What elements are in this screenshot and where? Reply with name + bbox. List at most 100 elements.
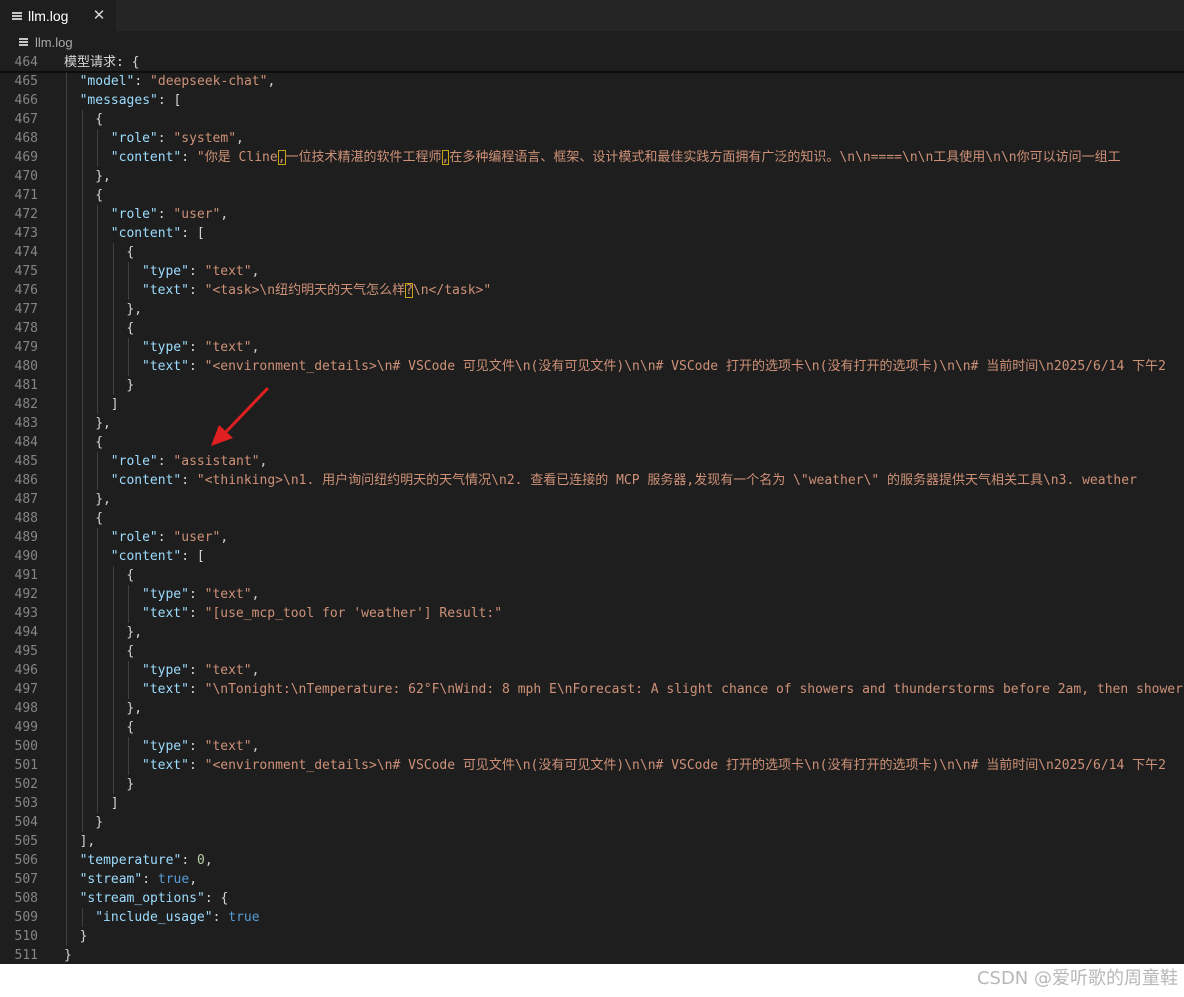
code-line[interactable]: 493 "text": "[use_mcp_tool for 'weather']… [0,604,1184,623]
close-icon[interactable]: ✕ [90,6,108,24]
code-line[interactable]: 499 { [0,718,1184,737]
code-line[interactable]: 471 { [0,186,1184,205]
indent-guide [81,471,83,490]
indent-guide [66,91,67,110]
tab-llm-log[interactable]: llm.log ✕ [0,0,116,31]
code-line[interactable]: 464 模型请求: { [0,53,1184,72]
code-line[interactable]: 501 "text": "<environment_details>\n# VSC… [0,756,1184,775]
indent-guide [128,357,130,376]
indent-guide [97,471,99,490]
code-line[interactable]: 465 "model": "deepseek-chat", [0,72,1184,91]
code-line[interactable]: 490 "content": [ [0,547,1184,566]
code-line[interactable]: 502} [0,775,1184,794]
code-line[interactable]: 481} [0,376,1184,395]
code-line[interactable]: 473 "content": [ [0,224,1184,243]
code-text: }, [95,167,111,186]
indent-guide [112,623,114,642]
code-line[interactable]: 484 { [0,433,1184,452]
code-line[interactable]: 498}, [0,699,1184,718]
code-line[interactable]: 480 "text": "<environment_details>\n# VSC… [0,357,1184,376]
code-line[interactable]: 476 "text": "<task>\n纽约明天的天气怎么样?\n</task>… [0,281,1184,300]
breadcrumb-file[interactable]: llm.log [35,35,73,50]
code-line[interactable]: 475 "type": "text", [0,262,1184,281]
code-line[interactable]: 504} [0,813,1184,832]
code-line[interactable]: 466 "messages": [ [0,91,1184,110]
line-number: 480 [14,359,38,374]
code-token: "role" [110,530,158,545]
code-line[interactable]: 478 { [0,319,1184,338]
indent-guide [66,205,67,224]
indent-guide [66,433,67,452]
code-token: } [126,378,135,393]
code-line[interactable]: 511} [0,946,1184,964]
line-number: 495 [14,644,38,659]
code-line[interactable]: 489 "role": "user", [0,528,1184,547]
code-line[interactable]: 506 "temperature": 0, [0,851,1184,870]
code-text: }, [126,300,142,319]
indent-guide [81,547,83,566]
file-lines-icon [19,37,29,47]
code-line[interactable]: 509 "include_usage": true [0,908,1184,927]
code-line[interactable]: 479 "type": "text", [0,338,1184,357]
code-line[interactable]: 487}, [0,490,1184,509]
code-line[interactable]: 491 { [0,566,1184,585]
code-line[interactable]: 492 "type": "text", [0,585,1184,604]
code-line[interactable]: 497 "text": "\nTonight:\nTemperature: 62°… [0,680,1184,699]
line-number: 475 [14,264,38,279]
code-line[interactable]: 505], [0,832,1184,851]
code-line[interactable]: 467 { [0,110,1184,129]
code-token: , [259,454,268,469]
line-number: 464 [14,55,38,70]
code-text: ] [111,395,119,414]
code-line[interactable]: 485 "role": "assistant", [0,452,1184,471]
code-token: "model" [79,74,135,89]
line-number: 498 [14,701,38,716]
code-line[interactable]: 488 { [0,509,1184,528]
code-token: "assistant" [173,454,260,469]
code-text: "content": [ [111,224,205,243]
indent-guide [81,414,83,433]
code-line[interactable]: 472 "role": "user", [0,205,1184,224]
code-line[interactable]: 483}, [0,414,1184,433]
code-token: : [181,473,197,488]
indent-guide [81,604,83,623]
code-line[interactable]: 469 "content": "你是 Cline,一位技术精湛的软件工程师,在多种… [0,148,1184,167]
code-area[interactable]: 464 模型请求: {465 "model": "deepseek-chat", 46… [0,53,1184,964]
code-token: "text" [142,758,189,773]
indent-guide [81,319,83,338]
code-token: , [251,739,260,754]
breadcrumb[interactable]: llm.log [0,31,1184,53]
code-line[interactable]: 482] [0,395,1184,414]
indent-guide [81,623,83,642]
code-line[interactable]: 503] [0,794,1184,813]
code-text: ], [80,832,96,851]
code-token: : [188,359,205,374]
code-token: "你是 Cline [196,150,278,165]
code-line[interactable]: 507 "stream": true, [0,870,1184,889]
code-token: true [228,910,260,925]
indent-guide [97,243,99,262]
code-line[interactable]: 470}, [0,167,1184,186]
code-token: , [267,74,276,89]
indent-guide [66,110,67,129]
code-token: : [157,131,174,146]
code-line[interactable]: 486 "content": "<thinking>\n1. 用户询问纽约明天的天… [0,471,1184,490]
code-line[interactable]: 508 "stream_options": { [0,889,1184,908]
indent-guide [97,262,99,281]
code-line[interactable]: 474 { [0,243,1184,262]
indent-guide [66,167,67,186]
code-line[interactable]: 494}, [0,623,1184,642]
code-token: : [188,663,205,678]
code-line[interactable]: 496 "type": "text", [0,661,1184,680]
code-line[interactable]: 495 { [0,642,1184,661]
code-line[interactable]: 468 "role": "system", [0,129,1184,148]
code-text: "text": "\nTonight:\nTemperature: 62°F\n… [142,680,1184,699]
indent-guide [66,699,67,718]
code-token: "text" [142,606,189,621]
code-line[interactable]: 500 "type": "text", [0,737,1184,756]
code-line[interactable]: 510} [0,927,1184,946]
code-line[interactable]: 477}, [0,300,1184,319]
line-number: 496 [14,663,38,678]
indent-guide [81,262,83,281]
code-token: , [251,264,260,279]
